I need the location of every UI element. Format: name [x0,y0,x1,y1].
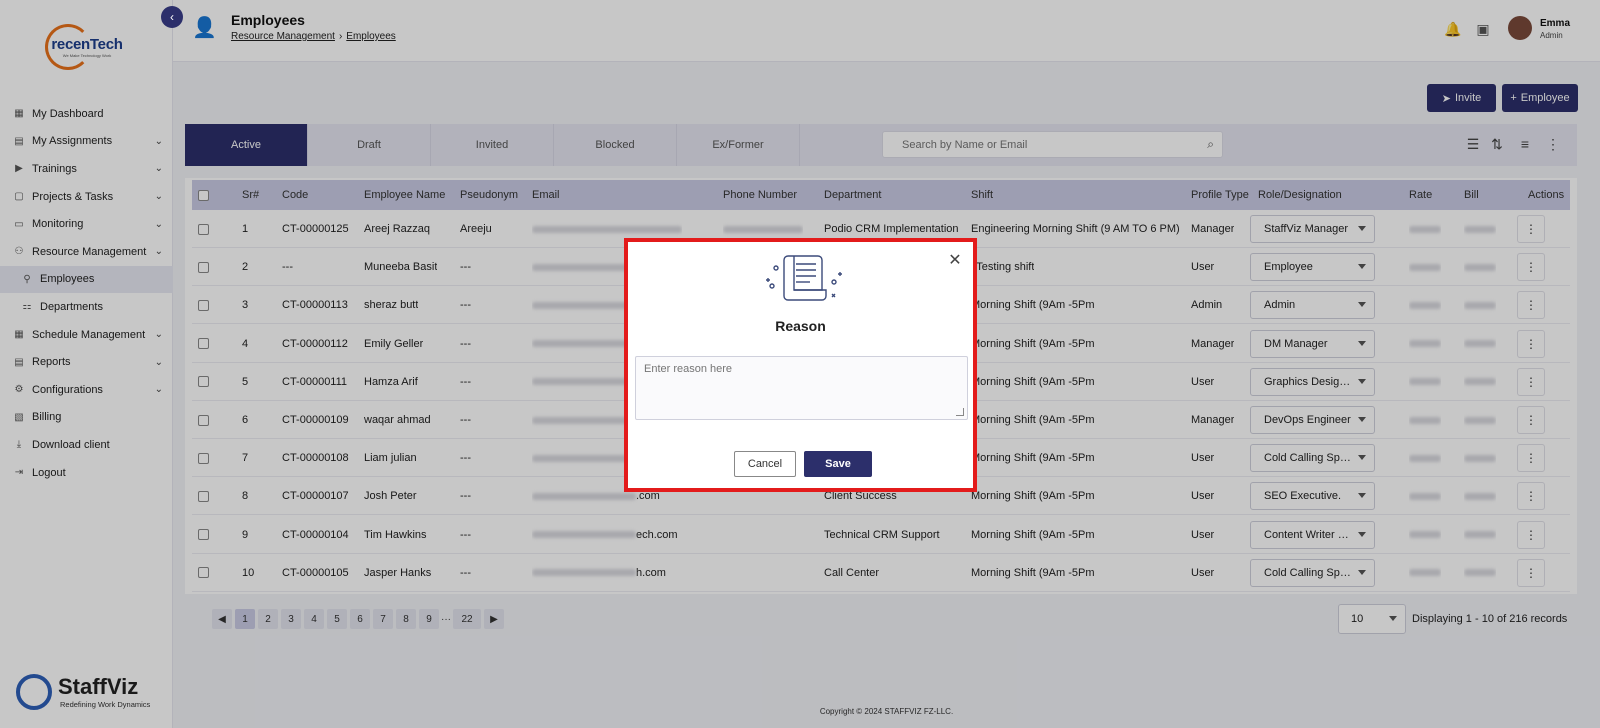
modal-title: Reason [775,318,826,334]
reason-textarea[interactable] [636,357,967,419]
scroll-document-icon [766,255,842,301]
resize-handle-icon[interactable] [956,408,964,416]
sidebar-collapse-button[interactable]: ‹ [161,6,183,28]
reason-modal: ✕ Reason Cancel Save [624,238,977,492]
close-icon[interactable]: ✕ [948,253,962,269]
cancel-button[interactable]: Cancel [734,451,796,477]
reason-field [635,356,968,420]
chevron-left-icon: ‹ [170,10,174,24]
save-button[interactable]: Save [804,451,872,477]
